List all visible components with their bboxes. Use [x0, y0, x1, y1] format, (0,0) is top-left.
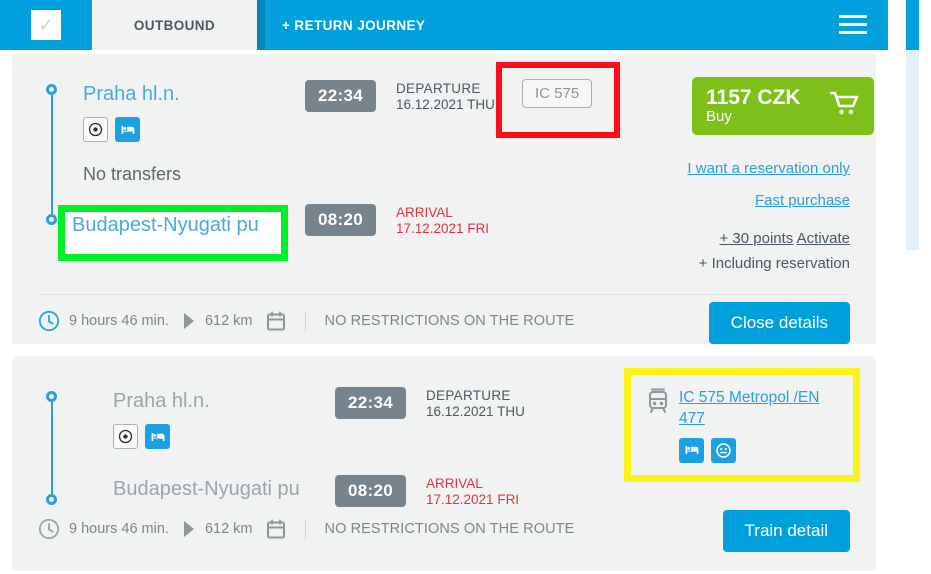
- timeline-dot-origin: [46, 84, 57, 95]
- departure-time-chip: 22:34: [305, 80, 376, 112]
- journey-summary-row: 9 hours 46 min. 612 km NO RESTRICTIONS O…: [38, 310, 574, 332]
- departure-label-block: DEPARTURE 16.12.2021 THU: [396, 81, 495, 114]
- green-highlight-destination-text: Budapest-Nyugati pu: [72, 214, 259, 236]
- vertical-scrollbar-thumb[interactable]: [906, 0, 919, 50]
- tab-return-journey[interactable]: + RETURN JOURNEY: [257, 0, 818, 50]
- departure-date-2: 16.12.2021 THU: [426, 404, 525, 420]
- train-detail-button[interactable]: Train detail: [722, 510, 850, 552]
- train-amenities: [679, 437, 849, 463]
- shopping-cart-icon: [829, 91, 860, 121]
- transfers-info: No transfers: [83, 164, 182, 184]
- train-number-badge[interactable]: IC 575: [522, 79, 593, 108]
- points-line: + 30 points Activate: [719, 230, 850, 247]
- calendar-icon: [266, 519, 286, 540]
- journey-tabs-header: ✓ OUTBOUND + RETURN JOURNEY: [0, 0, 888, 50]
- clock-icon: [38, 518, 60, 540]
- bed-icon[interactable]: [115, 117, 140, 142]
- timeline-dot-origin-2: [46, 391, 57, 402]
- timeline-dot-destination-2: [46, 494, 57, 505]
- target-icon[interactable]: [113, 424, 138, 449]
- distance-text: 612 km: [204, 313, 253, 329]
- arrival-time-chip-2: 08:20: [335, 475, 406, 507]
- train-name-link[interactable]: IC 575 Metropol /EN 477: [679, 388, 849, 430]
- departure-label: DEPARTURE: [396, 81, 481, 96]
- play-arrow-icon: [182, 520, 196, 538]
- tram-icon: [646, 388, 670, 463]
- reservation-only-link[interactable]: I want a reservation only: [687, 160, 850, 177]
- timeline-line-2: [50, 402, 53, 494]
- journey-summary-row-2: 9 hours 46 min. 612 km NO RESTRICTIONS O…: [38, 518, 574, 540]
- arrival-date-2: 17.12.2021 FRI: [426, 492, 520, 508]
- origin-station-name-2[interactable]: Praha hl.n.: [113, 390, 210, 413]
- destination-station-name-2[interactable]: Budapest-Nyugati pu: [113, 478, 300, 501]
- select-all-checkbox-wrap[interactable]: ✓: [0, 0, 92, 50]
- arrival-label: ARRIVAL: [396, 205, 453, 220]
- duration-text: 9 hours 46 min.: [69, 313, 169, 329]
- tab-outbound[interactable]: OUTBOUND: [92, 0, 265, 50]
- check-icon: ✓: [38, 15, 54, 35]
- card-divider: [38, 294, 850, 295]
- duration-text-2: 9 hours 46 min.: [69, 521, 169, 537]
- select-all-checkbox[interactable]: ✓: [31, 10, 61, 40]
- timeline-line: [50, 95, 53, 214]
- origin-station-name[interactable]: Praha hl.n.: [83, 83, 180, 106]
- arrival-label-2: ARRIVAL: [426, 476, 483, 491]
- journey-card-expanded: Praha hl.n. No transfers Budapest-Nyugat…: [12, 54, 876, 344]
- footer-separator-2: [304, 519, 306, 539]
- buy-button-texts: 1157 CZK Buy: [706, 86, 801, 126]
- hamburger-icon[interactable]: [818, 0, 888, 50]
- buy-label: Buy: [706, 108, 732, 126]
- target-icon[interactable]: [83, 117, 108, 142]
- fast-purchase-link[interactable]: Fast purchase: [755, 192, 850, 209]
- distance-text-2: 612 km: [204, 521, 253, 537]
- clock-icon: [38, 310, 60, 332]
- activate-points-link[interactable]: Activate: [797, 230, 850, 247]
- calendar-icon: [266, 311, 286, 332]
- bed-icon[interactable]: [679, 437, 704, 463]
- footer-separator: [304, 311, 306, 331]
- points-amount: + 30 points: [719, 230, 794, 247]
- journey-card-collapsed: Praha hl.n. Budapest-Nyugati pu 22:34 DE…: [12, 356, 876, 571]
- restrictions-text-2: NO RESTRICTIONS ON THE ROUTE: [324, 521, 575, 537]
- including-reservation-note: + Including reservation: [698, 255, 850, 272]
- play-arrow-icon: [182, 312, 196, 330]
- journey-timeline: [44, 84, 64, 234]
- arrival-time-chip: 08:20: [305, 204, 376, 236]
- origin-amenities-2: [113, 424, 170, 449]
- close-details-button[interactable]: Close details: [708, 302, 850, 344]
- train-service-details: IC 575 Metropol /EN 477: [679, 388, 849, 463]
- socket-icon[interactable]: [711, 437, 736, 463]
- train-service-block: IC 575 Metropol /EN 477: [646, 388, 849, 463]
- departure-date: 16.12.2021 THU: [396, 97, 495, 113]
- departure-label-block-2: DEPARTURE 16.12.2021 THU: [426, 388, 525, 421]
- departure-label-2: DEPARTURE: [426, 388, 511, 403]
- buy-button[interactable]: 1157 CZK Buy: [692, 77, 874, 135]
- arrival-label-block: ARRIVAL 17.12.2021 FRI: [396, 205, 489, 238]
- price-amount: 1157 CZK: [706, 86, 801, 110]
- tab-outbound-label: OUTBOUND: [133, 17, 216, 33]
- restrictions-text: NO RESTRICTIONS ON THE ROUTE: [324, 313, 575, 329]
- timeline-dot-destination: [46, 214, 57, 225]
- origin-amenities: [83, 117, 140, 142]
- arrival-date: 17.12.2021 FRI: [396, 221, 490, 237]
- departure-time-chip-2: 22:34: [335, 387, 406, 419]
- tab-return-journey-label: + RETURN JOURNEY: [282, 17, 426, 33]
- arrival-label-block-2: ARRIVAL 17.12.2021 FRI: [426, 476, 519, 509]
- journey-results-list: Praha hl.n. No transfers Budapest-Nyugat…: [0, 50, 888, 574]
- journey-timeline-2: [44, 391, 64, 511]
- bed-icon[interactable]: [145, 424, 170, 449]
